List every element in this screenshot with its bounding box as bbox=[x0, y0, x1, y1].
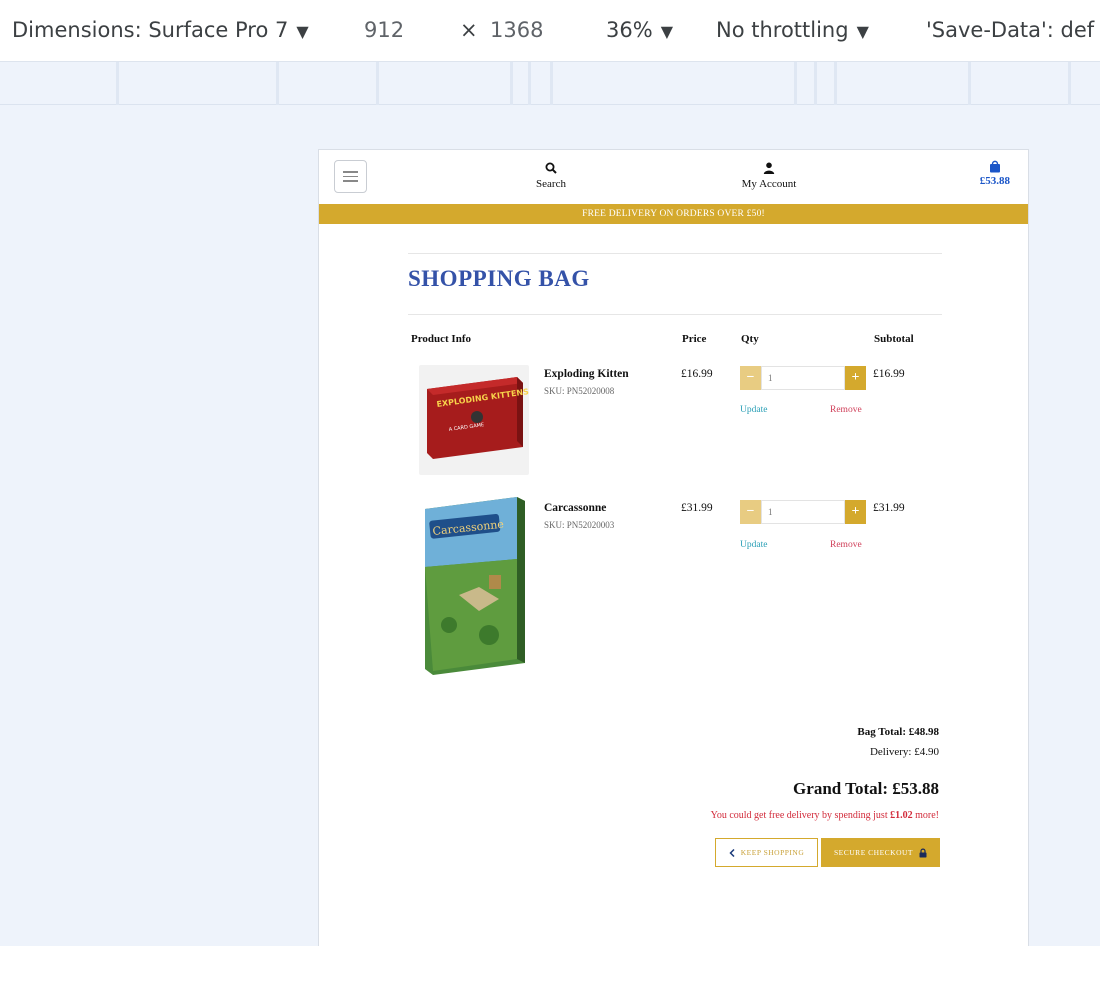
keep-shopping-label: KEEP SHOPPING bbox=[740, 848, 805, 857]
product-sku: SKU: PN52020003 bbox=[544, 520, 615, 530]
ruler-tick bbox=[968, 62, 971, 105]
free-delivery-banner: FREE DELIVERY ON ORDERS OVER £50! bbox=[319, 204, 1028, 224]
quantity-stepper: − 1 + bbox=[740, 500, 866, 524]
throttling-label: No throttling bbox=[716, 18, 849, 42]
product-subtotal: £16.99 bbox=[873, 368, 905, 380]
product-name[interactable]: Exploding Kitten bbox=[544, 368, 629, 380]
emulated-page: Search My Account £53.88 FREE DELIVERY O… bbox=[318, 149, 1029, 946]
save-data-dropdown[interactable]: 'Save-Data': def bbox=[926, 18, 1094, 42]
divider bbox=[408, 253, 942, 254]
hamburger-menu-button[interactable] bbox=[334, 160, 367, 193]
media-query-ruler[interactable] bbox=[0, 62, 1100, 105]
width-input[interactable]: 912 bbox=[364, 18, 404, 42]
update-link[interactable]: Update bbox=[740, 540, 767, 550]
quantity-input[interactable]: 1 bbox=[761, 366, 845, 390]
search-icon bbox=[545, 162, 557, 174]
product-sku: SKU: PN52020008 bbox=[544, 386, 615, 396]
product-image-exploding-kittens[interactable]: EXPLODING KITTENS A CARD GAME bbox=[419, 365, 529, 475]
dimensions-label: Dimensions: Surface Pro 7 bbox=[12, 18, 289, 42]
delivery-cost: Delivery: £4.90 bbox=[869, 746, 939, 758]
hamburger-icon bbox=[343, 171, 358, 173]
caret-down-icon: ▼ bbox=[856, 22, 869, 41]
page-title: SHOPPING BAG bbox=[408, 266, 590, 291]
height-input[interactable]: 1368 bbox=[490, 18, 543, 42]
caret-down-icon: ▼ bbox=[660, 22, 673, 41]
hamburger-line bbox=[343, 180, 358, 182]
free-delivery-hint: You could get free delivery by spending … bbox=[711, 810, 939, 821]
product-subtotal: £31.99 bbox=[873, 502, 905, 514]
ruler-tick bbox=[528, 62, 531, 105]
ruler-tick bbox=[814, 62, 817, 105]
times-symbol: × bbox=[460, 18, 478, 42]
lock-icon bbox=[919, 848, 927, 857]
devtools-bottom-area bbox=[0, 946, 1100, 1000]
caret-down-icon: ▼ bbox=[296, 22, 309, 41]
divider bbox=[408, 314, 942, 315]
increment-button[interactable]: + bbox=[845, 500, 866, 524]
zoom-dropdown[interactable]: 36% ▼ bbox=[606, 18, 673, 42]
ruler-tick bbox=[550, 62, 553, 105]
ruler-tick bbox=[116, 62, 119, 105]
user-icon bbox=[763, 162, 775, 174]
throttling-dropdown[interactable]: No throttling ▼ bbox=[716, 18, 869, 42]
grand-total: Grand Total: £53.88 bbox=[793, 779, 939, 798]
free-hint-suffix: more! bbox=[912, 810, 939, 821]
shopping-bag-icon bbox=[989, 160, 1000, 173]
update-link[interactable]: Update bbox=[740, 405, 767, 415]
cart-total: £53.88 bbox=[979, 175, 1010, 187]
hamburger-line bbox=[343, 175, 358, 178]
search-nav[interactable]: Search bbox=[529, 160, 573, 190]
zoom-label: 36% bbox=[606, 18, 653, 42]
bag-total: Bag Total: £48.98 bbox=[857, 726, 939, 738]
my-account-nav[interactable]: My Account bbox=[732, 160, 806, 190]
secure-checkout-button[interactable]: SECURE CHECKOUT bbox=[821, 838, 940, 867]
ruler-tick bbox=[1068, 62, 1071, 105]
chevron-left-icon bbox=[729, 848, 735, 857]
free-hint-amount: £1.02 bbox=[890, 810, 913, 821]
ruler-tick bbox=[276, 62, 279, 105]
col-header-subtotal: Subtotal bbox=[874, 333, 914, 345]
secure-checkout-label: SECURE CHECKOUT bbox=[834, 848, 913, 857]
quantity-stepper: − 1 + bbox=[740, 366, 866, 390]
search-label: Search bbox=[536, 178, 566, 190]
free-hint-prefix: You could get free delivery by spending … bbox=[710, 810, 891, 821]
remove-link[interactable]: Remove bbox=[830, 540, 862, 550]
col-header-qty: Qty bbox=[741, 333, 759, 345]
ruler-tick bbox=[510, 62, 513, 105]
quantity-input[interactable]: 1 bbox=[761, 500, 845, 524]
devtools-device-toolbar: Dimensions: Surface Pro 7 ▼ 912 × 1368 36… bbox=[0, 0, 1100, 62]
keep-shopping-button[interactable]: KEEP SHOPPING bbox=[715, 838, 818, 867]
remove-link[interactable]: Remove bbox=[830, 405, 862, 415]
col-header-product: Product Info bbox=[411, 333, 471, 345]
decrement-button[interactable]: − bbox=[740, 500, 761, 524]
col-header-price: Price bbox=[682, 333, 707, 345]
decrement-button[interactable]: − bbox=[740, 366, 761, 390]
increment-button[interactable]: + bbox=[845, 366, 866, 390]
cart-button[interactable]: £53.88 bbox=[980, 160, 1010, 187]
account-label: My Account bbox=[741, 178, 797, 190]
product-price: £16.99 bbox=[681, 368, 713, 380]
ruler-tick bbox=[376, 62, 379, 105]
product-image-carcassonne[interactable]: Carcassonne bbox=[419, 495, 531, 677]
ruler-tick bbox=[834, 62, 837, 105]
dimensions-dropdown[interactable]: Dimensions: Surface Pro 7 ▼ bbox=[12, 18, 309, 42]
product-name[interactable]: Carcassonne bbox=[544, 502, 606, 514]
product-price: £31.99 bbox=[681, 502, 713, 514]
ruler-tick bbox=[794, 62, 797, 105]
